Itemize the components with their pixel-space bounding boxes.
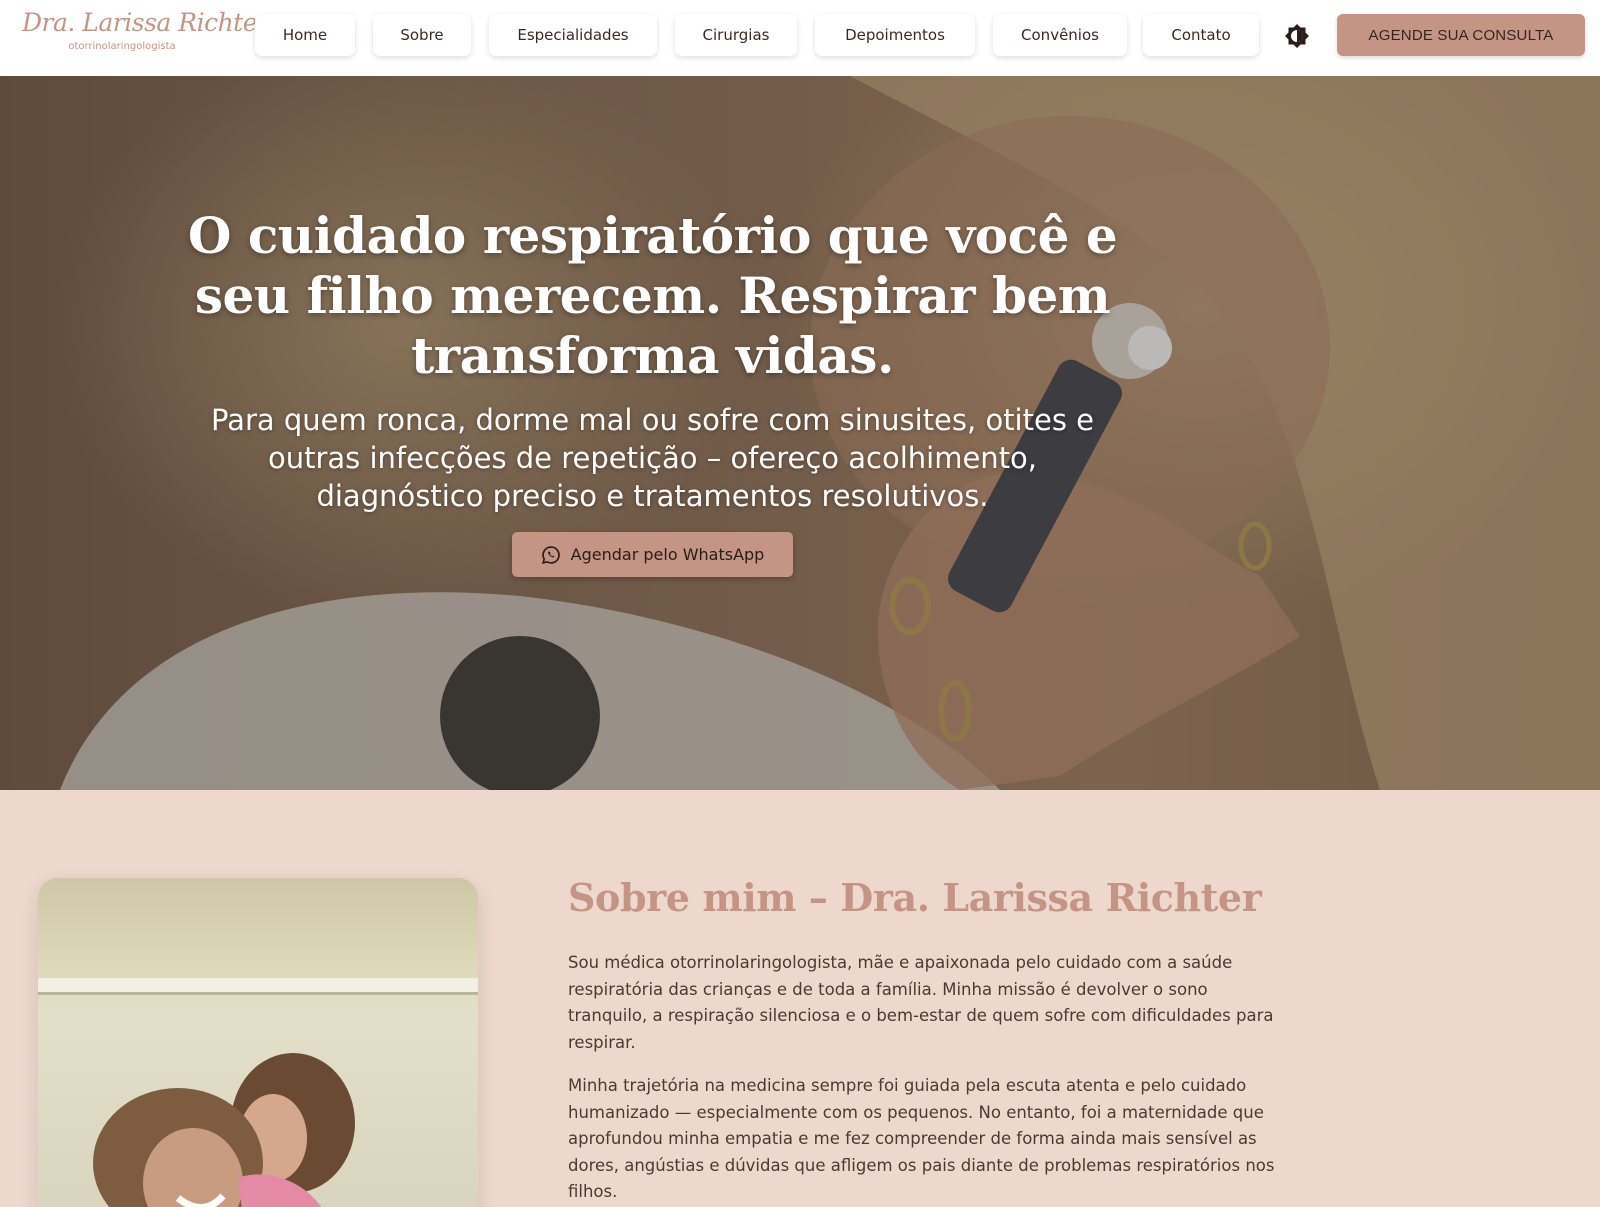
site-header: Dra. Larissa Richter otorrinolaringologi… — [0, 0, 1600, 76]
about-photo — [38, 878, 478, 1207]
theme-toggle-button[interactable] — [1281, 20, 1313, 52]
whatsapp-schedule-button[interactable]: Agendar pelo WhatsApp — [512, 532, 793, 577]
doctor-with-child-image — [38, 978, 478, 1207]
nav-sobre[interactable]: Sobre — [373, 14, 471, 56]
whatsapp-icon — [541, 545, 560, 564]
half-sun-icon — [1285, 24, 1309, 48]
book-appointment-button[interactable]: AGENDE SUA CONSULTA — [1337, 14, 1585, 56]
nav-depoimentos[interactable]: Depoimentos — [815, 14, 975, 56]
hero-title: O cuidado respiratório que você e seu fi… — [187, 206, 1118, 385]
about-paragraph-2: Minha trajetória na medicina sempre foi … — [568, 1076, 1275, 1201]
site-logo[interactable]: Dra. Larissa Richter otorrinolaringologi… — [22, 8, 269, 60]
logo-name: Dra. Larissa Richter — [22, 8, 269, 37]
nav-especialidades[interactable]: Especialidades — [489, 14, 657, 56]
whatsapp-button-label: Agendar pelo WhatsApp — [570, 545, 765, 564]
nav-convenios[interactable]: Convênios — [993, 14, 1127, 56]
nav-cirurgias[interactable]: Cirurgias — [675, 14, 797, 56]
hero-section: O cuidado respiratório que você e seu fi… — [0, 76, 1600, 790]
nav-contato[interactable]: Contato — [1143, 14, 1259, 56]
about-title: Sobre mim – Dra. Larissa Richter — [568, 875, 1262, 920]
about-paragraph-1: Sou médica otorrinolaringologista, mãe e… — [568, 953, 1274, 1052]
nav-home[interactable]: Home — [255, 14, 355, 56]
hero-subtitle: Para quem ronca, dorme mal ou sofre com … — [211, 403, 1094, 513]
logo-subtitle: otorrinolaringologista — [68, 41, 176, 52]
